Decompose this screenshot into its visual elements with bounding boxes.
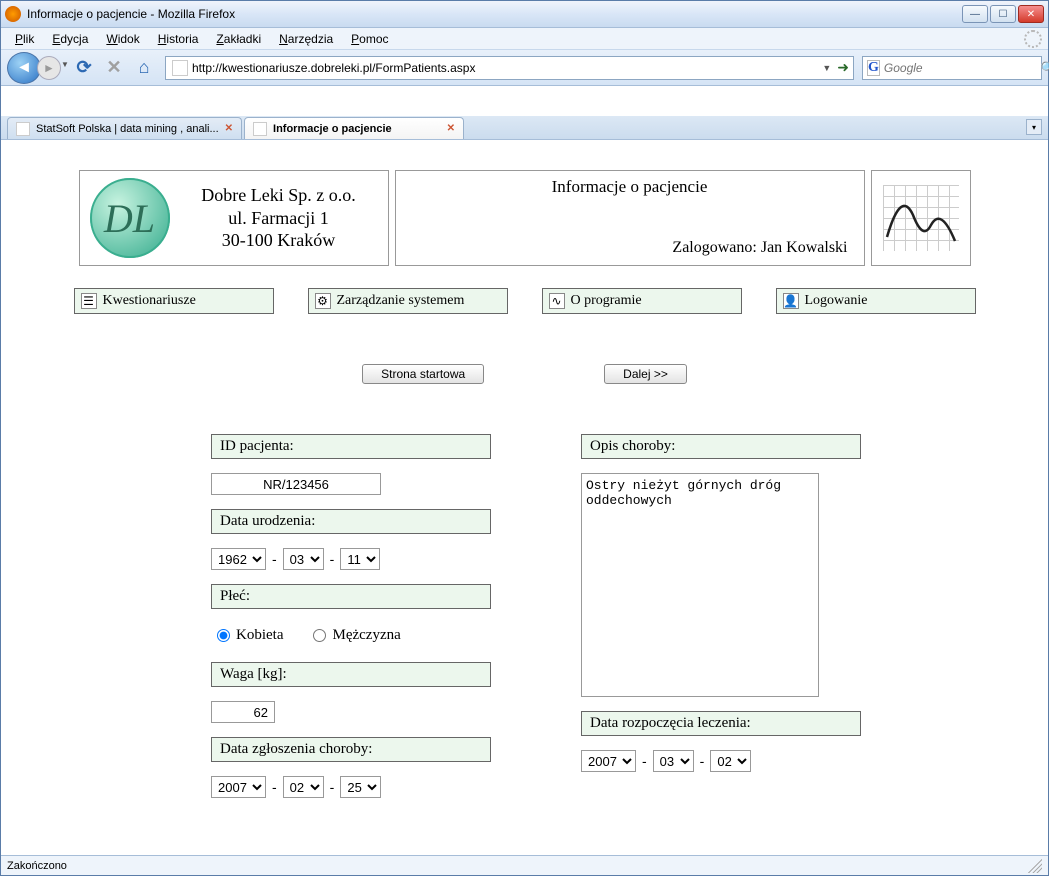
page-header-box: Informacje o pacjencie Zalogowano: Jan K… <box>395 170 865 266</box>
tab-informacje[interactable]: Informacje o pacjencie ✕ <box>244 117 464 139</box>
nav-label: Logowanie <box>805 293 868 309</box>
dob-month-select[interactable]: 03 <box>283 548 324 570</box>
tab-favicon-icon <box>16 122 30 136</box>
url-bar[interactable]: ▼ ➜ <box>165 56 854 80</box>
nav-label: Zarządzanie systemem <box>337 293 465 309</box>
report-date-label: Data zgłoszenia choroby: <box>211 737 491 762</box>
tabs-list-button[interactable]: ▾ <box>1026 119 1042 135</box>
resize-grip-icon[interactable] <box>1028 859 1042 873</box>
treat-month-select[interactable]: 03 <box>653 750 694 772</box>
menu-zakladki[interactable]: Zakładki <box>208 30 269 48</box>
patient-id-input[interactable] <box>211 473 381 495</box>
window-title: Informacje o pacjencie - Mozilla Firefox <box>27 7 962 21</box>
nav-management[interactable]: ⚙ Zarządzanie systemem <box>308 288 508 314</box>
firefox-icon <box>5 6 21 22</box>
nav-label: Kwestionariusze <box>103 293 196 309</box>
tab-close-icon[interactable]: ✕ <box>447 123 455 134</box>
menu-pomoc[interactable]: Pomoc <box>343 30 396 48</box>
company-logo-icon: DL <box>90 178 170 258</box>
tab-close-icon[interactable]: ✕ <box>225 123 233 134</box>
go-button[interactable]: ➜ <box>837 59 849 76</box>
search-go-icon[interactable]: 🔍 <box>1041 61 1049 75</box>
home-page-button[interactable]: Strona startowa <box>362 364 484 384</box>
questionnaires-icon: ☰ <box>81 293 97 309</box>
login-icon: 👤 <box>783 293 799 309</box>
tab-label: StatSoft Polska | data mining , anali... <box>36 123 219 135</box>
dob-label: Data urodzenia: <box>211 509 491 534</box>
login-status: Zalogowano: Jan Kowalski <box>672 239 847 257</box>
status-bar: Zakończono <box>1 855 1048 875</box>
throbber-icon <box>1024 30 1042 48</box>
home-button[interactable]: ⌂ <box>131 55 157 81</box>
menu-plik[interactable]: Plik <box>7 30 42 48</box>
sex-label: Płeć: <box>211 584 491 609</box>
back-button[interactable]: ◄ <box>7 52 41 84</box>
company-street: ul. Farmacji 1 <box>180 207 378 230</box>
minimize-button[interactable]: — <box>962 5 988 23</box>
nav-toolbar: ◄ ► ▼ ⟳ ✕ ⌂ ▼ ➜ G 🔍 <box>1 50 1048 86</box>
dob-year-select[interactable]: 1962 <box>211 548 266 570</box>
search-bar[interactable]: G 🔍 <box>862 56 1042 80</box>
weight-label: Waga [kg]: <box>211 662 491 687</box>
next-button[interactable]: Dalej >> <box>604 364 687 384</box>
company-city: 30-100 Kraków <box>180 229 378 252</box>
menu-historia[interactable]: Historia <box>150 30 207 48</box>
menu-bar: Plik Edycja Widok Historia Zakładki Narz… <box>1 28 1048 50</box>
menu-narzedzia[interactable]: Narzędzia <box>271 30 341 48</box>
treat-day-select[interactable]: 02 <box>710 750 751 772</box>
menu-widok[interactable]: Widok <box>98 30 147 48</box>
chart-header-box <box>871 170 971 266</box>
report-month-select[interactable]: 02 <box>283 776 324 798</box>
nav-label: O programie <box>571 293 642 309</box>
menu-edycja[interactable]: Edycja <box>44 30 96 48</box>
page-title: Informacje o pacjencie <box>552 177 708 197</box>
sex-male-option[interactable]: Mężczyzna <box>313 627 400 644</box>
tab-label: Informacje o pacjencie <box>273 123 441 135</box>
close-button[interactable]: ✕ <box>1018 5 1044 23</box>
sex-male-radio[interactable] <box>313 629 326 642</box>
url-input[interactable] <box>192 61 818 75</box>
status-text: Zakończono <box>7 860 67 872</box>
reload-button[interactable]: ⟳ <box>71 55 97 81</box>
company-name: Dobre Leki Sp. z o.o. <box>180 184 378 207</box>
treat-date-label: Data rozpoczęcia leczenia: <box>581 711 861 736</box>
stop-button[interactable]: ✕ <box>101 55 127 81</box>
tab-bar: StatSoft Polska | data mining , anali...… <box>1 116 1048 140</box>
nav-questionnaires[interactable]: ☰ Kwestionariusze <box>74 288 274 314</box>
search-input[interactable] <box>884 61 1041 75</box>
about-icon: ∿ <box>549 293 565 309</box>
page-content: DL Dobre Leki Sp. z o.o. ul. Farmacji 1 … <box>1 140 1048 855</box>
sex-female-option[interactable]: Kobieta <box>217 627 283 644</box>
company-address: Dobre Leki Sp. z o.o. ul. Farmacji 1 30-… <box>180 184 378 252</box>
history-dropdown-icon[interactable]: ▼ <box>61 60 69 69</box>
maximize-button[interactable]: ☐ <box>990 5 1016 23</box>
tab-statsoft[interactable]: StatSoft Polska | data mining , anali...… <box>7 117 242 139</box>
desc-label: Opis choroby: <box>581 434 861 459</box>
dob-day-select[interactable]: 11 <box>340 548 380 570</box>
treat-year-select[interactable]: 2007 <box>581 750 636 772</box>
page-favicon-icon <box>172 60 188 76</box>
desc-textarea[interactable] <box>581 473 819 697</box>
sex-female-radio[interactable] <box>217 629 230 642</box>
patient-id-label: ID pacjenta: <box>211 434 491 459</box>
report-year-select[interactable]: 2007 <box>211 776 266 798</box>
report-day-select[interactable]: 25 <box>340 776 381 798</box>
search-engine-icon[interactable]: G <box>867 60 880 76</box>
forward-button[interactable]: ► <box>37 56 61 80</box>
weight-input[interactable] <box>211 701 275 723</box>
tab-favicon-icon <box>253 122 267 136</box>
chart-mini-icon <box>883 185 959 251</box>
nav-login[interactable]: 👤 Logowanie <box>776 288 976 314</box>
management-icon: ⚙ <box>315 293 331 309</box>
window-titlebar: Informacje o pacjencie - Mozilla Firefox… <box>1 1 1048 28</box>
company-header-box: DL Dobre Leki Sp. z o.o. ul. Farmacji 1 … <box>79 170 389 266</box>
url-dropdown-icon[interactable]: ▼ <box>822 63 831 73</box>
nav-about[interactable]: ∿ O programie <box>542 288 742 314</box>
